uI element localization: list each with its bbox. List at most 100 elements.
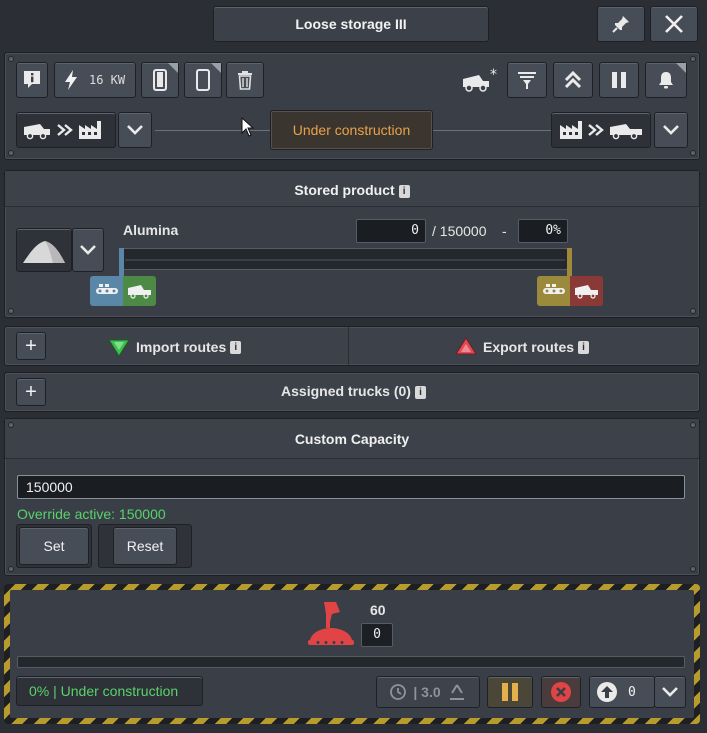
corner-marker	[211, 63, 221, 73]
info-button[interactable]	[16, 62, 48, 98]
product-separator: -	[502, 223, 507, 239]
input-route-dropdown[interactable]	[118, 112, 152, 148]
export-routes-header[interactable]: Export routes i	[455, 336, 590, 358]
paste-settings-button[interactable]	[184, 62, 222, 98]
assigned-trucks-header[interactable]: Assigned trucks (0) i	[0, 383, 707, 399]
upgrade-button[interactable]	[553, 62, 593, 98]
product-dropdown[interactable]	[72, 228, 104, 272]
alumina-pile-icon	[23, 241, 65, 263]
priority-dropdown[interactable]	[654, 676, 686, 708]
bell-icon	[659, 72, 673, 89]
power-label: 16 KW	[89, 73, 126, 87]
priority-control[interactable]: 0	[589, 676, 655, 708]
window-title-bar[interactable]: Loose storage III	[213, 6, 489, 42]
construction-progress-bar	[17, 656, 685, 668]
capacity-input[interactable]	[17, 475, 685, 499]
close-icon	[665, 15, 683, 33]
export-routes-label: Export routes	[483, 339, 575, 355]
reset-button-face[interactable]: Reset	[113, 527, 177, 565]
pause-icon	[612, 72, 626, 88]
svg-text:*: *	[490, 67, 497, 83]
copy-settings-button[interactable]	[141, 62, 179, 98]
notifications-button[interactable]	[645, 62, 687, 98]
output-route-dropdown[interactable]	[654, 112, 688, 148]
set-button-label: Set	[43, 538, 65, 554]
info-icon	[24, 71, 40, 88]
corner-marker	[676, 63, 686, 73]
stored-product-title: Stored product i	[5, 182, 699, 198]
truck-to-factory-icon	[24, 121, 101, 140]
trash-icon	[238, 71, 252, 90]
cancel-icon	[551, 682, 571, 702]
status-label: Under construction	[292, 122, 411, 138]
arrow-up-circle-icon	[597, 682, 617, 702]
plus-icon: +	[25, 334, 37, 357]
product-capacity: / 150000	[432, 223, 487, 239]
export-threshold-handle[interactable]	[537, 276, 603, 306]
import-icon	[108, 339, 130, 357]
storage-fill-bar	[122, 248, 568, 270]
truck-icon	[127, 285, 151, 299]
truck-star-icon: *	[463, 67, 497, 92]
override-status: Override active: 150000	[17, 506, 166, 522]
chevron-down-icon	[662, 687, 678, 697]
info-icon[interactable]: i	[414, 385, 426, 399]
filter-icon	[518, 72, 536, 89]
chevron-down-icon	[127, 125, 143, 135]
custom-capacity-title: Custom Capacity	[294, 431, 410, 447]
power-button[interactable]: 16 KW	[54, 62, 136, 98]
assigned-trucks-label: Assigned trucks (0)	[281, 383, 411, 399]
product-amount: 0	[356, 219, 426, 243]
window-title: Loose storage III	[295, 16, 407, 32]
chevron-down-icon	[80, 245, 96, 255]
import-routes-header[interactable]: Import routes i	[108, 336, 242, 358]
input-route-selector[interactable]	[16, 112, 116, 148]
product-percent: 0%	[518, 219, 568, 243]
workers-count: 60	[370, 602, 386, 618]
build-speed-button[interactable]: | 3.0	[376, 676, 480, 708]
chevron-down-icon	[663, 125, 679, 135]
construction-status-label: 0% | Under construction	[29, 683, 179, 699]
construction-status: 0% | Under construction	[16, 676, 203, 706]
status-indicator: Under construction	[270, 110, 433, 150]
expand-routes-button[interactable]: +	[16, 332, 46, 360]
import-threshold-handle[interactable]	[90, 276, 156, 306]
history-icon	[390, 684, 407, 700]
recycle-icon	[449, 684, 464, 700]
pause-construction-button[interactable]	[487, 676, 533, 708]
corner-marker	[168, 63, 178, 73]
filter-button[interactable]	[507, 62, 547, 98]
factory-to-truck-icon	[560, 121, 642, 140]
conveyor-icon	[95, 284, 118, 294]
info-icon[interactable]: i	[578, 340, 590, 354]
truck-icon	[574, 285, 598, 299]
cancel-construction-button[interactable]	[541, 676, 581, 708]
reset-button[interactable]: Reset	[98, 524, 192, 568]
export-icon	[455, 337, 477, 355]
close-button[interactable]	[650, 6, 698, 42]
set-button-face[interactable]: Set	[19, 527, 89, 565]
output-route-selector[interactable]	[551, 112, 651, 148]
lightning-icon	[65, 70, 77, 90]
product-image	[16, 228, 72, 272]
phone-outline-icon	[196, 69, 210, 91]
demolish-button[interactable]	[226, 62, 264, 98]
priority-value: 0	[628, 684, 636, 700]
truck-assignment-button[interactable]: *	[460, 62, 502, 98]
build-speed-label: | 3.0	[413, 684, 441, 700]
conveyor-icon	[542, 284, 565, 294]
info-icon[interactable]: i	[398, 184, 410, 198]
pause-button[interactable]	[599, 62, 639, 98]
pause-icon	[502, 683, 518, 701]
workers-input: 0	[361, 623, 393, 647]
import-threshold-marker[interactable]	[119, 248, 124, 276]
info-icon[interactable]: i	[230, 340, 242, 354]
phone-icon	[153, 69, 167, 91]
product-name: Alumina	[123, 222, 179, 238]
double-chevron-up-icon	[564, 70, 582, 89]
construction-crane-icon	[308, 602, 354, 645]
export-threshold-marker[interactable]	[567, 248, 572, 276]
set-button[interactable]: Set	[16, 524, 92, 568]
pin-icon	[612, 16, 629, 33]
pin-button[interactable]	[597, 6, 645, 42]
